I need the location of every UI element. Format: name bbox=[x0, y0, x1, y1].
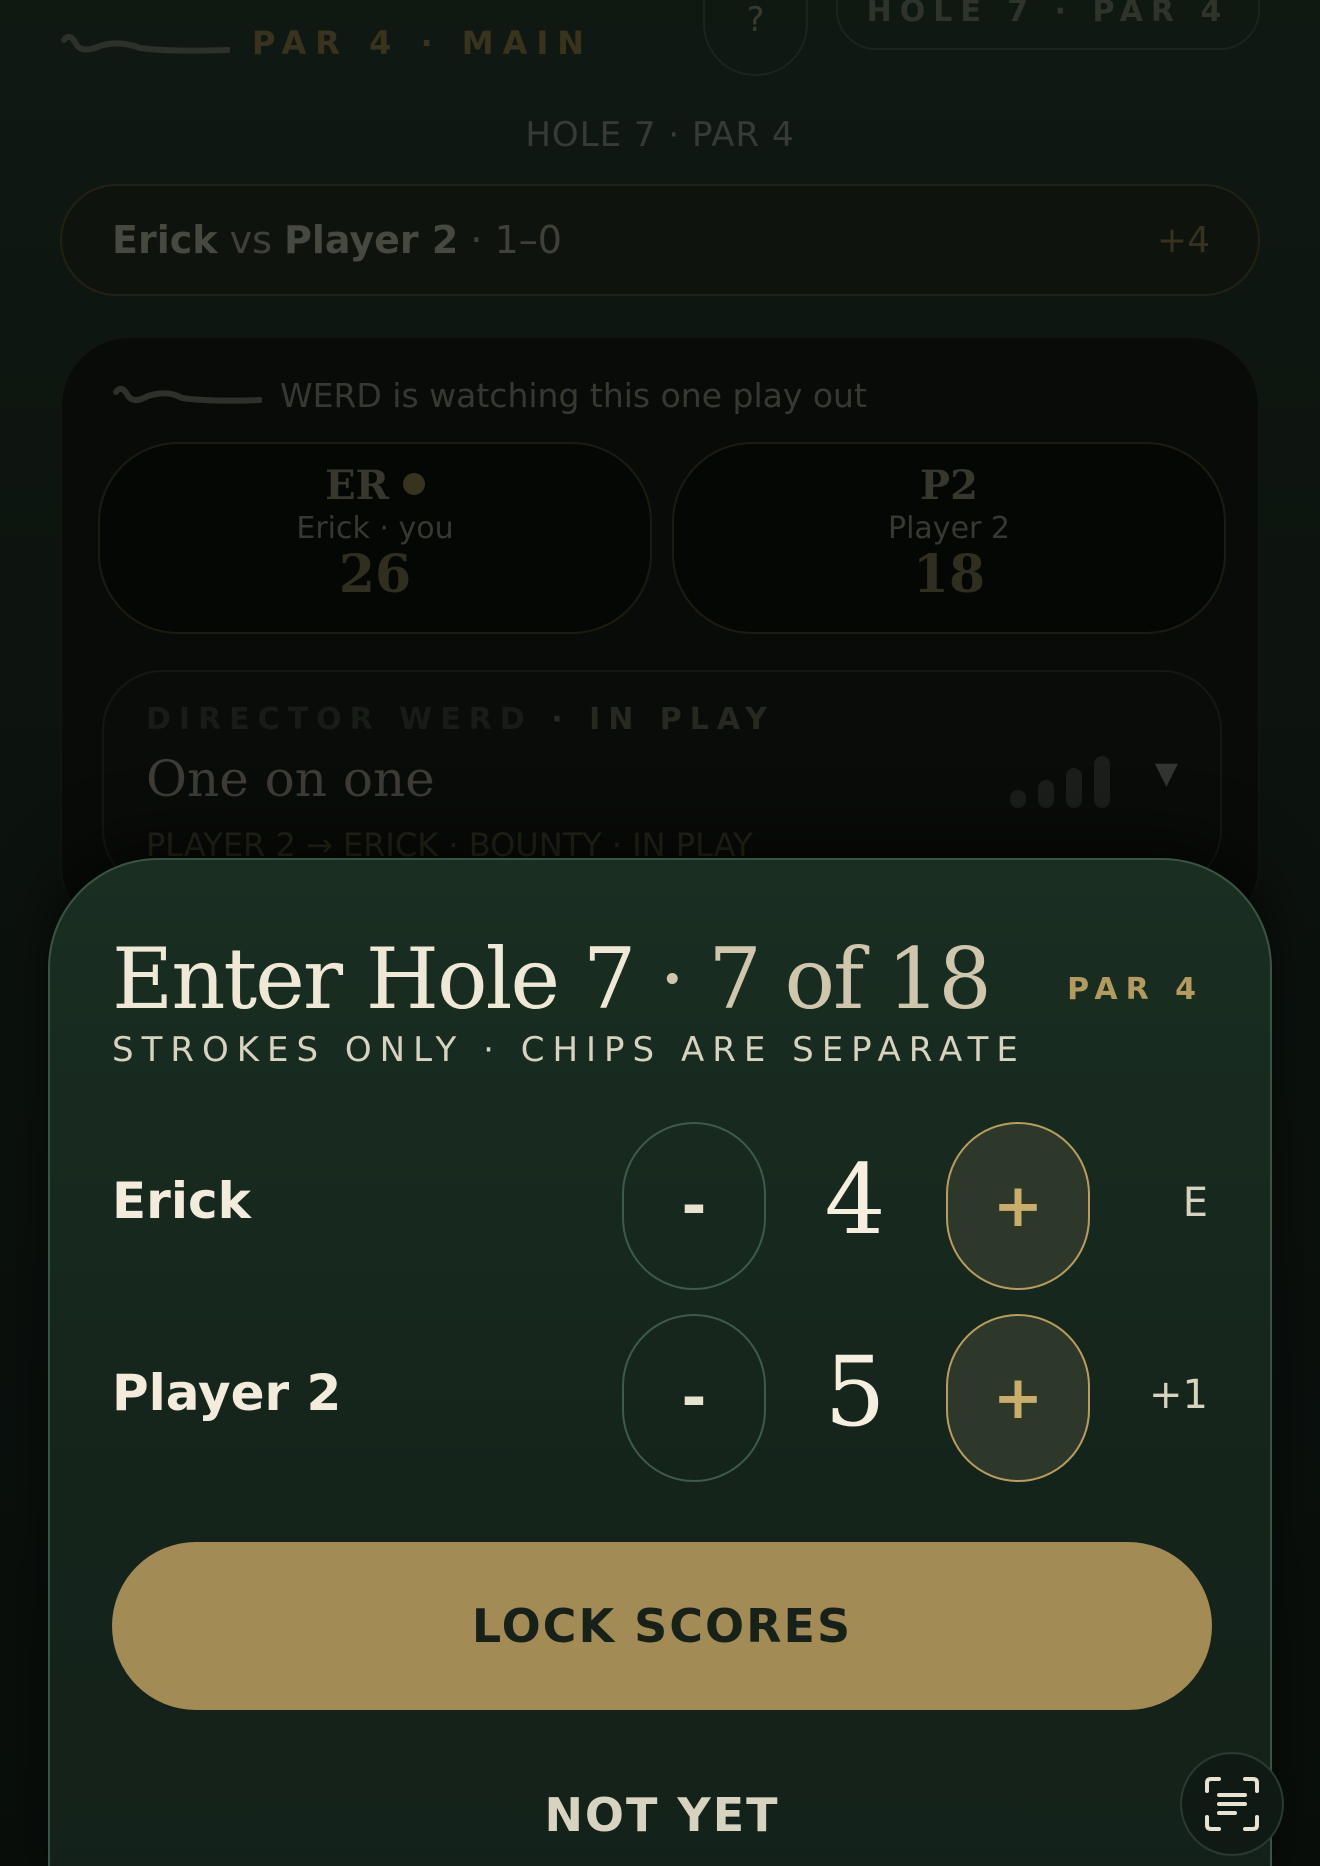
signal-bars-icon bbox=[1010, 756, 1110, 808]
watch-status: WERD is watching this one play out bbox=[280, 376, 867, 415]
director-title: One on one bbox=[146, 750, 435, 808]
player-card-erick[interactable]: ER Erick · you 26 bbox=[98, 442, 652, 634]
player-score: 26 bbox=[338, 544, 412, 605]
scan-text-icon bbox=[1205, 1777, 1259, 1831]
stroke-count: 5 bbox=[824, 1336, 886, 1448]
club-swoosh-icon bbox=[113, 385, 262, 404]
match-record: · 1–0 bbox=[470, 218, 562, 262]
match-diff: +4 bbox=[1156, 220, 1210, 261]
app-screen: PAR 4 · MAIN ? HOLE 7 · PAR 4 HOLE 7 · P… bbox=[0, 0, 1320, 1866]
player-name: Erick · you bbox=[296, 511, 454, 546]
player-card-player-2[interactable]: P2 Player 2 18 bbox=[672, 442, 1226, 634]
relative-to-par: E bbox=[1182, 1180, 1208, 1226]
help-button[interactable]: ? bbox=[703, 0, 808, 76]
director-label: DIRECTOR WERD · IN PLAY bbox=[146, 702, 775, 737]
increment-button[interactable]: + bbox=[946, 1314, 1090, 1482]
scan-text-button[interactable] bbox=[1180, 1752, 1284, 1856]
club-swoosh-icon bbox=[61, 33, 230, 54]
score-entry-sheet: Enter Hole 7 · 7 of 18 PAR 4 STROKES ONL… bbox=[48, 858, 1272, 1866]
player-a-name: Erick bbox=[112, 218, 218, 262]
hole-subtitle: HOLE 7 · PAR 4 bbox=[525, 115, 795, 155]
match-summary[interactable]: Erick vs Player 2 · 1–0 +4 bbox=[60, 184, 1260, 296]
par-tag: PAR 4 bbox=[1067, 972, 1204, 1007]
match-text: Erick vs Player 2 · 1–0 bbox=[112, 218, 562, 262]
chevron-down-icon[interactable]: ▼ bbox=[1155, 756, 1178, 791]
stroke-count: 4 bbox=[824, 1144, 886, 1256]
score-row-erick: Erick - 4 + E bbox=[50, 1122, 1274, 1290]
decrement-button[interactable]: - bbox=[622, 1122, 766, 1290]
player-score: 18 bbox=[912, 544, 986, 605]
not-yet-button[interactable]: NOT YET bbox=[50, 1788, 1274, 1842]
you-dot-icon bbox=[402, 473, 425, 495]
score-row-player-2: Player 2 - 5 + +1 bbox=[50, 1314, 1274, 1482]
row-player-name: Erick bbox=[112, 1172, 251, 1230]
match-card: WERD is watching this one play out ER Er… bbox=[60, 336, 1260, 936]
sheet-title: Enter Hole 7 · 7 of 18 bbox=[112, 930, 992, 1028]
lock-scores-button[interactable]: LOCK SCORES bbox=[112, 1542, 1212, 1710]
director-panel[interactable]: DIRECTOR WERD · IN PLAY One on one PLAYE… bbox=[102, 670, 1222, 890]
player-b-name: Player 2 bbox=[284, 218, 459, 262]
relative-to-par: +1 bbox=[1149, 1372, 1208, 1418]
hole-pill[interactable]: HOLE 7 · PAR 4 bbox=[836, 0, 1260, 50]
sheet-subtitle: STROKES ONLY · CHIPS ARE SEPARATE bbox=[112, 1030, 1026, 1070]
decrement-button[interactable]: - bbox=[622, 1314, 766, 1482]
round-label: PAR 4 · MAIN bbox=[252, 24, 594, 62]
increment-button[interactable]: + bbox=[946, 1122, 1090, 1290]
player-name: Player 2 bbox=[888, 511, 1010, 546]
vs-label: vs bbox=[229, 218, 272, 262]
player-initials: P2 bbox=[920, 462, 978, 509]
player-initials: ER bbox=[100, 462, 650, 509]
row-player-name: Player 2 bbox=[112, 1364, 342, 1422]
